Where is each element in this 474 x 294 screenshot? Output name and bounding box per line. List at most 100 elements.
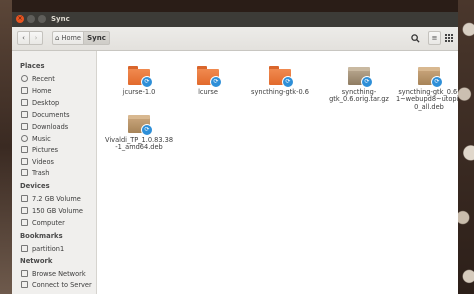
home-icon: ⌂ bbox=[55, 34, 60, 42]
title-bar: × Sync bbox=[12, 12, 458, 27]
music-icon bbox=[21, 135, 28, 142]
archive-icon: ⟳ bbox=[348, 66, 373, 88]
sidebar-item-browse-network[interactable]: Browse Network bbox=[21, 268, 86, 279]
sidebar: Places Recent Home Desktop Documents Dow… bbox=[12, 51, 97, 294]
pictures-icon bbox=[21, 146, 28, 153]
sidebar-heading-network: Network bbox=[20, 257, 53, 265]
package-icon: ⟳ bbox=[418, 66, 443, 88]
close-window-button[interactable]: × bbox=[16, 15, 24, 23]
sidebar-item-label: Connect to Server bbox=[32, 280, 92, 289]
file-name: syncthing-gtk-0.6 bbox=[251, 88, 309, 96]
folder-icon: ⟳ bbox=[197, 66, 222, 88]
network-icon bbox=[21, 270, 28, 277]
sync-badge-icon: ⟳ bbox=[141, 124, 153, 136]
sidebar-item-label: partition1 bbox=[32, 244, 65, 253]
home-icon bbox=[21, 87, 28, 94]
sidebar-item-downloads[interactable]: Downloads bbox=[21, 121, 68, 132]
folder-icon: ⟳ bbox=[269, 66, 294, 88]
desktop-wallpaper-left bbox=[0, 0, 12, 294]
toolbar: ‹ › ⌂ Home Sync ≡ bbox=[12, 27, 458, 51]
breadcrumb-home[interactable]: ⌂ Home bbox=[52, 31, 84, 45]
sidebar-item-pictures[interactable]: Pictures bbox=[21, 144, 58, 155]
sync-badge-icon: ⟳ bbox=[282, 76, 294, 88]
file-name: jcurse-1.0 bbox=[122, 88, 156, 96]
sidebar-item-label: Recent bbox=[32, 74, 55, 83]
sidebar-item-label: Desktop bbox=[32, 98, 60, 107]
server-icon bbox=[21, 281, 28, 288]
forward-button[interactable]: › bbox=[30, 31, 43, 45]
file-item-syncthing-deb[interactable]: ⟳ syncthing-gtk_0.6-1~webupd8~utopic0_al… bbox=[394, 66, 458, 111]
downloads-icon bbox=[21, 123, 28, 130]
minimize-window-button[interactable] bbox=[27, 15, 35, 23]
sidebar-item-label: 7.2 GB Volume bbox=[32, 194, 81, 203]
sidebar-item-volume-150gb[interactable]: 150 GB Volume bbox=[21, 205, 83, 216]
file-view: ⟳ jcurse-1.0 ⟳ lcurse ⟳ syncthing-gtk-0.… bbox=[97, 51, 458, 294]
sidebar-heading-devices: Devices bbox=[20, 182, 50, 190]
sidebar-item-connect-to-server[interactable]: Connect to Server bbox=[21, 279, 92, 290]
sidebar-item-label: Browse Network bbox=[32, 269, 86, 278]
file-name: lcurse bbox=[198, 88, 218, 96]
trash-icon bbox=[21, 169, 28, 176]
sidebar-item-recent[interactable]: Recent bbox=[21, 73, 55, 84]
breadcrumb-home-label: Home bbox=[61, 34, 81, 42]
file-name: syncthing-gtk_0.6-1~webupd8~utopic0_all.… bbox=[395, 88, 458, 111]
sidebar-item-label: Computer bbox=[32, 218, 65, 227]
file-manager-window: × Sync ‹ › ⌂ Home Sync ≡ Places Recent H… bbox=[12, 12, 458, 294]
grid-view-icon bbox=[444, 34, 453, 42]
sync-badge-icon: ⟳ bbox=[210, 76, 222, 88]
file-item-lcurse[interactable]: ⟳ lcurse bbox=[173, 66, 243, 96]
search-button[interactable] bbox=[408, 31, 422, 45]
file-item-syncthing-tarball[interactable]: ⟳ syncthing-gtk_0.6.orig.tar.gz bbox=[324, 66, 394, 104]
sidebar-item-home[interactable]: Home bbox=[21, 85, 51, 96]
sidebar-item-label: Downloads bbox=[32, 122, 69, 131]
sidebar-heading-places: Places bbox=[20, 62, 45, 70]
sync-badge-icon: ⟳ bbox=[361, 76, 373, 88]
sidebar-item-label: Trash bbox=[32, 168, 50, 177]
sidebar-item-label: Home bbox=[32, 86, 52, 95]
folder-icon: ⟳ bbox=[128, 66, 153, 88]
sidebar-item-trash[interactable]: Trash bbox=[21, 167, 49, 178]
sidebar-item-desktop[interactable]: Desktop bbox=[21, 97, 59, 108]
sidebar-heading-bookmarks: Bookmarks bbox=[20, 232, 63, 240]
file-name: Vivaldi_TP_1.0.83.38-1_amd64.deb bbox=[104, 136, 174, 152]
folder-icon bbox=[21, 245, 28, 252]
sidebar-item-label: Music bbox=[32, 134, 51, 143]
desktop-icon bbox=[21, 99, 28, 106]
sidebar-item-documents[interactable]: Documents bbox=[21, 109, 70, 120]
file-item-vivaldi-deb[interactable]: ⟳ Vivaldi_TP_1.0.83.38-1_amd64.deb bbox=[104, 114, 174, 152]
clock-icon bbox=[21, 75, 28, 82]
sidebar-item-label: Videos bbox=[32, 157, 54, 166]
hamburger-menu-icon: ≡ bbox=[431, 34, 438, 42]
file-item-jcurse[interactable]: ⟳ jcurse-1.0 bbox=[104, 66, 174, 96]
chevron-right-icon: › bbox=[34, 34, 38, 42]
search-icon bbox=[410, 33, 420, 43]
maximize-window-button[interactable] bbox=[38, 15, 46, 23]
sidebar-item-volume-7gb[interactable]: 7.2 GB Volume bbox=[21, 193, 81, 204]
close-icon: × bbox=[17, 15, 23, 22]
sync-badge-icon: ⟳ bbox=[141, 76, 153, 88]
sidebar-item-label: Documents bbox=[32, 110, 70, 119]
grid-view-button[interactable] bbox=[442, 31, 455, 45]
back-button[interactable]: ‹ bbox=[17, 31, 30, 45]
window-title: Sync bbox=[51, 15, 70, 23]
file-name: syncthing-gtk_0.6.orig.tar.gz bbox=[329, 88, 389, 104]
sidebar-item-partition1[interactable]: partition1 bbox=[21, 243, 64, 254]
desktop-wallpaper-right bbox=[458, 0, 474, 294]
sidebar-item-label: 150 GB Volume bbox=[32, 206, 83, 215]
computer-icon bbox=[21, 219, 28, 226]
breadcrumb-current-label: Sync bbox=[87, 34, 106, 42]
videos-icon bbox=[21, 158, 28, 165]
menu-button[interactable]: ≡ bbox=[428, 31, 441, 45]
package-icon: ⟳ bbox=[128, 114, 153, 136]
sidebar-item-label: Pictures bbox=[32, 145, 59, 154]
sidebar-item-music[interactable]: Music bbox=[21, 133, 51, 144]
chevron-left-icon: ‹ bbox=[22, 34, 25, 42]
file-item-syncthing-gtk-folder[interactable]: ⟳ syncthing-gtk-0.6 bbox=[245, 66, 315, 96]
sync-badge-icon: ⟳ bbox=[431, 76, 443, 88]
drive-icon bbox=[21, 195, 28, 202]
sidebar-item-computer[interactable]: Computer bbox=[21, 217, 65, 228]
documents-icon bbox=[21, 111, 28, 118]
breadcrumb-current[interactable]: Sync bbox=[84, 31, 110, 45]
drive-icon bbox=[21, 207, 28, 214]
sidebar-item-videos[interactable]: Videos bbox=[21, 156, 54, 167]
